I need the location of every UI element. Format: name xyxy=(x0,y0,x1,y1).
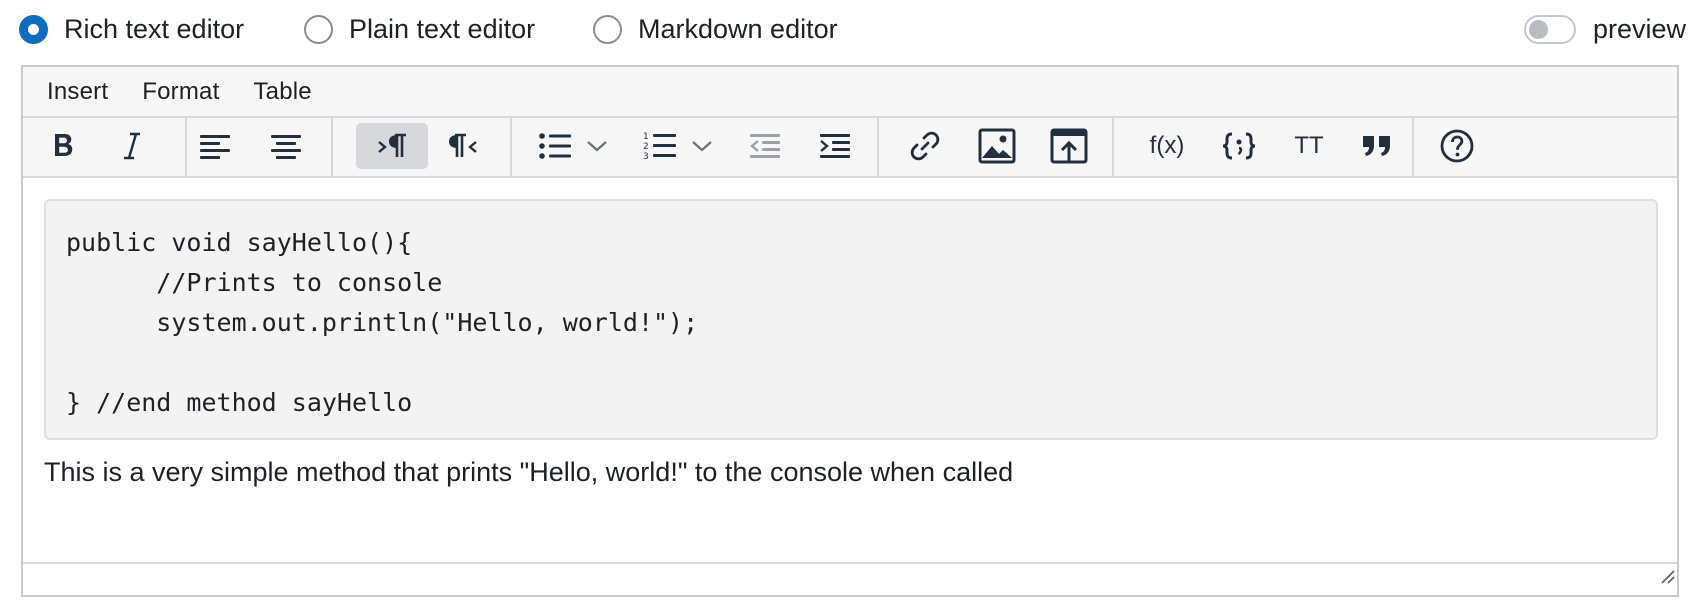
blockquote-button[interactable] xyxy=(1349,123,1405,169)
outdent-icon xyxy=(750,134,780,158)
monospace-button[interactable]: TT xyxy=(1281,123,1337,169)
radio-checked-icon xyxy=(19,15,48,44)
italic-icon xyxy=(124,132,140,160)
preview-label: preview xyxy=(1592,14,1686,44)
link-icon xyxy=(910,131,940,161)
rich-text-editor-radio[interactable]: Rich text editor xyxy=(19,14,244,45)
bullet-list-button[interactable] xyxy=(533,123,577,169)
rich-text-editor-label: Rich text editor xyxy=(64,14,245,44)
code-sample-button[interactable] xyxy=(1211,123,1267,169)
indent-button[interactable] xyxy=(813,123,857,169)
toolbar-separator xyxy=(877,118,879,176)
right-to-left-button[interactable] xyxy=(435,123,491,169)
align-center-icon xyxy=(271,135,301,159)
image-button[interactable] xyxy=(973,123,1021,169)
code-sample-icon xyxy=(1222,132,1256,160)
preview-toggle-wrap[interactable]: preview xyxy=(1523,14,1686,45)
markdown-editor-label: Markdown editor xyxy=(638,14,838,44)
media-upload-icon xyxy=(1050,128,1088,164)
numbered-list-button[interactable]: 123 xyxy=(638,123,682,169)
toolbar-separator xyxy=(510,118,512,176)
editor-mode-row: Rich text editor Plain text editor Markd… xyxy=(0,0,1696,66)
content-paragraph: This is a very simple method that prints… xyxy=(44,457,1014,487)
chevron-down-icon xyxy=(692,141,712,152)
bold-icon xyxy=(55,134,73,156)
toolbar-separator xyxy=(1412,118,1414,176)
code-block[interactable]: public void sayHello(){ //Prints to cons… xyxy=(44,199,1658,440)
svg-text:3: 3 xyxy=(643,152,649,162)
rtl-icon xyxy=(449,133,477,157)
svg-text:1: 1 xyxy=(643,132,649,142)
radio-unchecked-icon xyxy=(593,15,622,44)
menu-format[interactable]: Format xyxy=(142,78,219,106)
editor-content[interactable]: public void sayHello(){ //Prints to cons… xyxy=(23,178,1677,585)
numbered-list-dropdown[interactable] xyxy=(688,123,716,169)
bold-button[interactable] xyxy=(43,123,85,169)
code-line: system.out.println("Hello, world!"); xyxy=(66,308,699,337)
align-left-button[interactable] xyxy=(191,123,239,169)
link-button[interactable] xyxy=(901,123,949,169)
menu-insert[interactable]: Insert xyxy=(47,78,108,106)
toolbar-separator xyxy=(1112,118,1114,176)
align-center-button[interactable] xyxy=(262,123,310,169)
code-line: //Prints to console xyxy=(66,268,443,297)
resize-handle-icon[interactable] xyxy=(1657,566,1675,584)
menu-table[interactable]: Table xyxy=(253,78,311,106)
toolbar-separator xyxy=(185,118,187,176)
left-to-right-button[interactable] xyxy=(356,123,428,169)
toggle-knob xyxy=(1528,20,1548,39)
preview-toggle[interactable] xyxy=(1523,15,1576,44)
code-line: public void sayHello(){ xyxy=(66,228,413,257)
svg-text:2: 2 xyxy=(643,142,649,152)
plain-text-editor-label: Plain text editor xyxy=(349,14,536,44)
chevron-down-icon xyxy=(587,141,607,152)
ltr-icon xyxy=(378,133,406,157)
equation-icon: f(x) xyxy=(1149,132,1185,159)
align-left-icon xyxy=(200,135,230,159)
menubar: Insert Format Table xyxy=(23,67,1677,118)
rich-text-editor: Insert Format Table 1 2 3 f(x) TT public… xyxy=(21,65,1679,597)
markdown-editor-radio[interactable]: Markdown editor xyxy=(593,14,838,45)
toolbar: 123 f(x) TT xyxy=(23,118,1677,178)
plain-text-editor-radio[interactable]: Plain text editor xyxy=(304,14,535,45)
italic-button[interactable] xyxy=(111,123,153,169)
image-icon xyxy=(978,128,1016,164)
numbered-list-icon: 123 xyxy=(643,132,676,162)
bullet-list-icon xyxy=(539,133,571,159)
monospace-icon: TT xyxy=(1294,132,1324,159)
help-icon xyxy=(1440,129,1474,163)
radio-unchecked-icon xyxy=(304,15,333,44)
status-bar xyxy=(23,562,1677,585)
bullet-list-dropdown[interactable] xyxy=(583,123,611,169)
indent-icon xyxy=(820,134,850,158)
outdent-button[interactable] xyxy=(743,123,787,169)
blockquote-icon xyxy=(1363,136,1390,156)
media-upload-button[interactable] xyxy=(1045,123,1093,169)
equation-button[interactable]: f(x) xyxy=(1131,123,1203,169)
code-line: } //end method sayHello xyxy=(66,388,413,417)
help-button[interactable] xyxy=(1429,123,1485,169)
toolbar-separator xyxy=(331,118,333,176)
